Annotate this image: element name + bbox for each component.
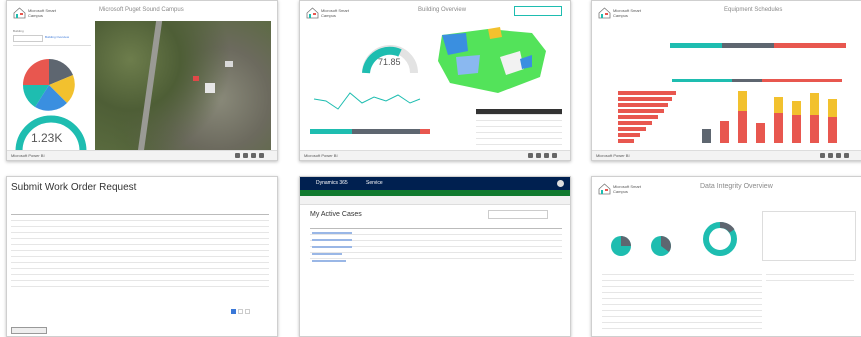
area-selector[interactable]: Service [366,180,383,186]
cases-grid[interactable] [310,223,562,259]
selected-building-marker [193,76,199,81]
page-title: Microsoft Puget Sound Campus [99,7,184,13]
building-dropdown[interactable] [13,35,43,42]
info-panel [762,211,856,261]
data-table [476,109,562,145]
form-title: Submit Work Order Request [11,182,137,193]
powerbi-footer: Microsoft Power BI [7,150,277,160]
page-title: Equipment Schedules [724,7,783,13]
donut-chart [703,222,737,256]
house-icon [598,183,611,195]
work-order-grid[interactable] [11,207,269,287]
smart-campus-logo: Microsoft Smart Campus [598,182,642,197]
app-thumbnail-work-order[interactable]: Submit Work Order Request [6,176,278,337]
report-thumbnail-equipment[interactable]: Microsoft Smart Campus Equipment Schedul… [591,0,861,161]
kpi-value: 71.85 [378,57,401,67]
floor-plan-map[interactable] [428,21,562,101]
integrity-table-right [766,269,854,281]
app-thumbnail-dynamics[interactable]: Dynamics 365 Service My Active Cases [299,176,571,337]
search-input[interactable] [488,210,548,219]
kpi-value: 1.23K [31,131,63,145]
house-icon [306,7,319,19]
house-icon [598,7,611,19]
toolbar [300,196,570,205]
submit-button[interactable] [11,327,47,334]
report-thumbnail-building[interactable]: Microsoft Smart Campus Building Overview… [299,0,571,161]
category-pie-chart [22,59,75,111]
pagination[interactable] [225,309,265,314]
pie-chart-2 [651,236,671,256]
campus-aerial-map[interactable] [95,21,271,150]
house-icon [13,7,26,19]
filter-label: Building [13,29,24,33]
view-title[interactable]: My Active Cases [310,211,362,218]
integrity-table-left [602,269,762,329]
powerbi-footer: Microsoft Power BI [300,150,570,160]
powerbi-footer: Microsoft Power BI [592,150,861,160]
report-thumbnail-campus[interactable]: Microsoft Smart Campus Microsoft Puget S… [6,0,278,161]
app-name[interactable]: Dynamics 365 [316,180,348,186]
nav-button[interactable] [514,6,562,16]
avatar[interactable] [557,180,564,187]
smart-campus-logo: Microsoft Smart Campus [13,6,57,21]
trend-line-chart [313,92,421,110]
smart-campus-logo: Microsoft Smart Campus [598,6,642,21]
page-title: Building Overview [418,7,467,13]
page-title: Data Integrity Overview [700,183,773,190]
smart-campus-logo: Microsoft Smart Campus [306,6,350,21]
dynamics-top-bar: Dynamics 365 Service [300,177,570,190]
building-link[interactable]: Building Overview [45,35,69,39]
pie-slice [23,59,49,85]
pie-chart-1 [611,236,631,256]
report-thumbnail-data-integrity[interactable]: Microsoft Smart Campus Data Integrity Ov… [591,176,861,337]
